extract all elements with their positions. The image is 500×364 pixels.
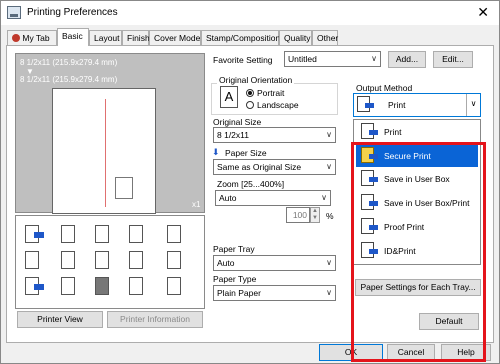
chevron-down-icon: ∨ [326,288,332,297]
tab-label: Stamp/Composition [206,33,281,43]
preview-page [52,88,156,214]
user-icon [12,34,20,42]
paper-type-value: Plain Paper [217,288,261,298]
original-size-label: Original Size [213,117,262,127]
favorite-setting-value: Untitled [288,54,317,64]
output-method-select[interactable]: Print ∨ [353,93,481,117]
portrait-radio[interactable] [246,89,254,97]
tab-label: Finish [127,33,150,43]
zoom-percent-input: 100 [286,207,310,223]
favorite-setting-select[interactable]: Untitled ∨ [284,51,381,67]
combine-icon[interactable] [58,224,82,246]
output-method-value: Print [388,100,406,110]
tab-label: Cover Mode [154,33,201,43]
chevron-down-icon[interactable]: ∨ [466,94,480,116]
tab-quality[interactable]: Quality [279,30,312,45]
paper-tray-value: Auto [217,258,235,268]
paper-size-value: Same as Original Size [217,162,302,172]
landscape-label: Landscape [257,100,299,110]
paper-tray-select[interactable]: Auto ∨ [213,255,336,271]
print-icon [361,123,379,141]
tab-label: Quality [284,33,311,43]
layout-icon[interactable] [22,224,46,246]
fold-icon[interactable] [58,250,82,272]
output-option-print[interactable]: Print [356,121,478,143]
paper-size-select[interactable]: Same as Original Size ∨ [213,159,336,175]
zoom-percent-unit: % [326,211,334,221]
tab-layout[interactable]: Layout [89,30,122,45]
highlight-callout-box [351,142,486,362]
chevron-down-icon: ∨ [326,162,332,171]
stamp-icon[interactable] [92,250,116,272]
paper-size-arrow-icon: ⬇ [212,147,220,157]
landscape-radio[interactable] [246,101,254,109]
portrait-page-icon: A [220,86,238,108]
chevron-down-icon: ∨ [326,258,332,267]
printer-view-button[interactable]: Printer View [17,311,103,328]
duplex-icon[interactable] [126,224,150,246]
tab-basic[interactable]: Basic [57,28,89,46]
chevron-down-icon: ∨ [371,54,377,63]
option-label: Print [384,127,402,137]
page-margin-line [105,99,106,207]
output-method-label: Output Method [356,83,413,93]
print-output-icon [357,96,375,114]
tab-finish[interactable]: Finish [122,30,150,45]
tab-my-tab[interactable]: My Tab [7,30,57,45]
title-bar: Printing Preferences ✕ [1,1,499,25]
zoom-label: Zoom [25...400%] [217,179,285,189]
poster-icon[interactable] [126,276,150,298]
tab-label: Basic [62,31,83,41]
function-icon-panel [15,215,205,309]
booklet-icon[interactable] [92,224,116,246]
paper-type-select[interactable]: Plain Paper ∨ [213,285,336,301]
account-track-icon[interactable] [92,276,116,298]
portrait-label: Portrait [257,88,285,98]
watermark-icon[interactable] [126,250,150,272]
tab-cover-mode[interactable]: Cover Mode [149,30,201,45]
cover-icon[interactable] [164,250,188,272]
output-tray-icon[interactable] [22,276,46,298]
print-preview: 8 1/2x11 (215.9x279.4 mm) ▼ 8 1/2x11 (21… [15,53,205,214]
paper-type-label: Paper Type [213,274,257,284]
original-size-caption: 8 1/2x11 (215.9x279.4 mm) [20,58,118,67]
staple-icon[interactable] [164,224,188,246]
original-size-select[interactable]: 8 1/2x11 ∨ [213,127,336,143]
zoom-value: Auto [219,193,237,203]
close-icon[interactable]: ✕ [477,4,489,21]
tab-stamp-composition[interactable]: Stamp/Composition [201,30,281,45]
page-fold-corner [115,177,133,199]
user-auth-icon[interactable] [58,276,82,298]
copies-count: x1 [192,200,201,209]
favorite-setting-label: Favorite Setting [213,55,273,65]
paper-tray-label: Paper Tray [213,244,255,254]
chevron-down-icon: ∨ [321,193,327,202]
paper-size-caption: 8 1/2x11 (215.9x279.4 mm) [20,75,118,84]
printer-information-button: Printer Information [107,311,203,328]
original-orientation-label: Original Orientation [217,75,295,85]
zoom-select[interactable]: Auto ∨ [215,190,331,206]
punch-icon[interactable] [22,250,46,272]
add-button[interactable]: Add... [388,51,426,68]
tab-other[interactable]: Other [312,30,338,45]
printer-app-icon [7,6,21,19]
tab-label: Layout [94,33,120,43]
edit-button[interactable]: Edit... [433,51,473,68]
printing-preferences-window: Printing Preferences ✕ My Tab Basic Layo… [0,0,500,364]
zoom-percent-value: 100 [292,210,307,220]
chevron-down-icon: ∨ [326,130,332,139]
paper-size-label: Paper Size [225,148,267,158]
zoom-spinner: ▲ ▼ [310,207,320,223]
tab-label: My Tab [22,33,50,43]
window-title: Printing Preferences [27,7,118,18]
color-icon[interactable] [164,276,188,298]
tab-label: Other [317,33,339,43]
original-size-value: 8 1/2x11 [217,130,249,140]
